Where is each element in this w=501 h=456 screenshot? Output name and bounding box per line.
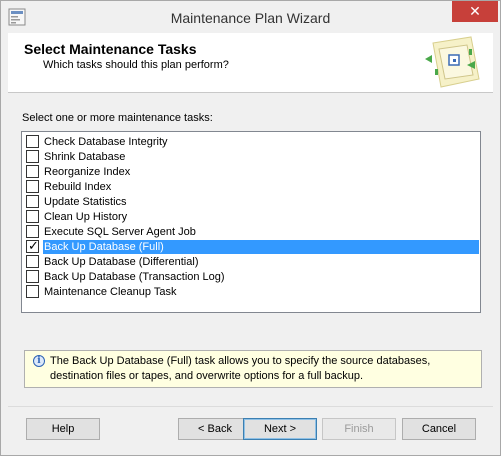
task-description-text: The Back Up Database (Full) task allows … (50, 355, 431, 382)
page-subtitle: Which tasks should this plan perform? (43, 59, 229, 71)
help-button[interactable]: Help (26, 418, 100, 440)
tasks-prompt: Select one or more maintenance tasks: (22, 112, 213, 124)
wizard-illustration-icon (423, 35, 485, 91)
back-button[interactable]: < Back (178, 418, 252, 440)
wizard-content: Select one or more maintenance tasks: Ch… (8, 94, 493, 406)
task-label: Back Up Database (Full) (43, 240, 479, 254)
task-checkbox[interactable] (26, 165, 39, 178)
task-label: Check Database Integrity (44, 136, 168, 148)
task-item-reorganize-index[interactable]: Reorganize Index (24, 164, 479, 179)
close-icon: ✕ (469, 3, 481, 19)
task-checkbox[interactable] (26, 225, 39, 238)
task-checkbox[interactable] (26, 180, 39, 193)
task-label: Maintenance Cleanup Task (44, 286, 177, 298)
task-checkbox[interactable] (26, 255, 39, 268)
task-checkbox-checked[interactable]: ✓ (26, 238, 39, 253)
check-mark-icon: ✓ (28, 238, 39, 253)
wizard-header: Select Maintenance Tasks Which tasks sho… (8, 33, 493, 93)
close-button[interactable]: ✕ (452, 1, 498, 22)
finish-button[interactable]: Finish (322, 418, 396, 440)
task-item-shrink-database[interactable]: Shrink Database (24, 149, 479, 164)
info-icon: i (33, 355, 45, 367)
task-label: Back Up Database (Differential) (44, 256, 199, 268)
task-checkbox[interactable] (26, 135, 39, 148)
next-button[interactable]: Next > (243, 418, 317, 440)
task-label: Update Statistics (44, 196, 127, 208)
title-bar[interactable]: Maintenance Plan Wizard ✕ (1, 1, 500, 33)
task-checkbox[interactable] (26, 210, 39, 223)
task-label: Rebuild Index (44, 181, 112, 193)
task-label: Shrink Database (44, 151, 126, 163)
task-item-back-up-database-transaction-log[interactable]: Back Up Database (Transaction Log) (24, 269, 479, 284)
task-label: Reorganize Index (44, 166, 131, 178)
task-item-back-up-database-differential[interactable]: Back Up Database (Differential) (24, 254, 479, 269)
task-checkbox[interactable] (26, 150, 39, 163)
task-item-execute-sql-server-agent-job[interactable]: Execute SQL Server Agent Job (24, 224, 479, 239)
task-label: Execute SQL Server Agent Job (44, 226, 196, 238)
task-label: Clean Up History (44, 211, 128, 223)
cancel-button[interactable]: Cancel (402, 418, 476, 440)
tasks-checklist[interactable]: Check Database Integrity Shrink Database… (21, 131, 481, 313)
task-checkbox[interactable] (26, 270, 39, 283)
task-label: Back Up Database (Transaction Log) (44, 271, 225, 283)
maintenance-plan-wizard-window: Maintenance Plan Wizard ✕ Select Mainten… (0, 0, 501, 456)
page-title: Select Maintenance Tasks (24, 41, 197, 57)
task-item-clean-up-history[interactable]: Clean Up History (24, 209, 479, 224)
task-item-update-statistics[interactable]: Update Statistics (24, 194, 479, 209)
task-checkbox[interactable] (26, 195, 39, 208)
window-title: Maintenance Plan Wizard (170, 10, 331, 26)
task-checkbox[interactable] (26, 285, 39, 298)
task-item-maintenance-cleanup-task[interactable]: Maintenance Cleanup Task (24, 284, 479, 299)
task-item-check-database-integrity[interactable]: Check Database Integrity (24, 134, 479, 149)
task-description-box: i The Back Up Database (Full) task allow… (24, 350, 482, 388)
wizard-footer: Help < Back Next > Finish Cancel (8, 406, 493, 450)
task-item-back-up-database-full[interactable]: ✓ Back Up Database (Full) (24, 238, 479, 254)
task-item-rebuild-index[interactable]: Rebuild Index (24, 179, 479, 194)
